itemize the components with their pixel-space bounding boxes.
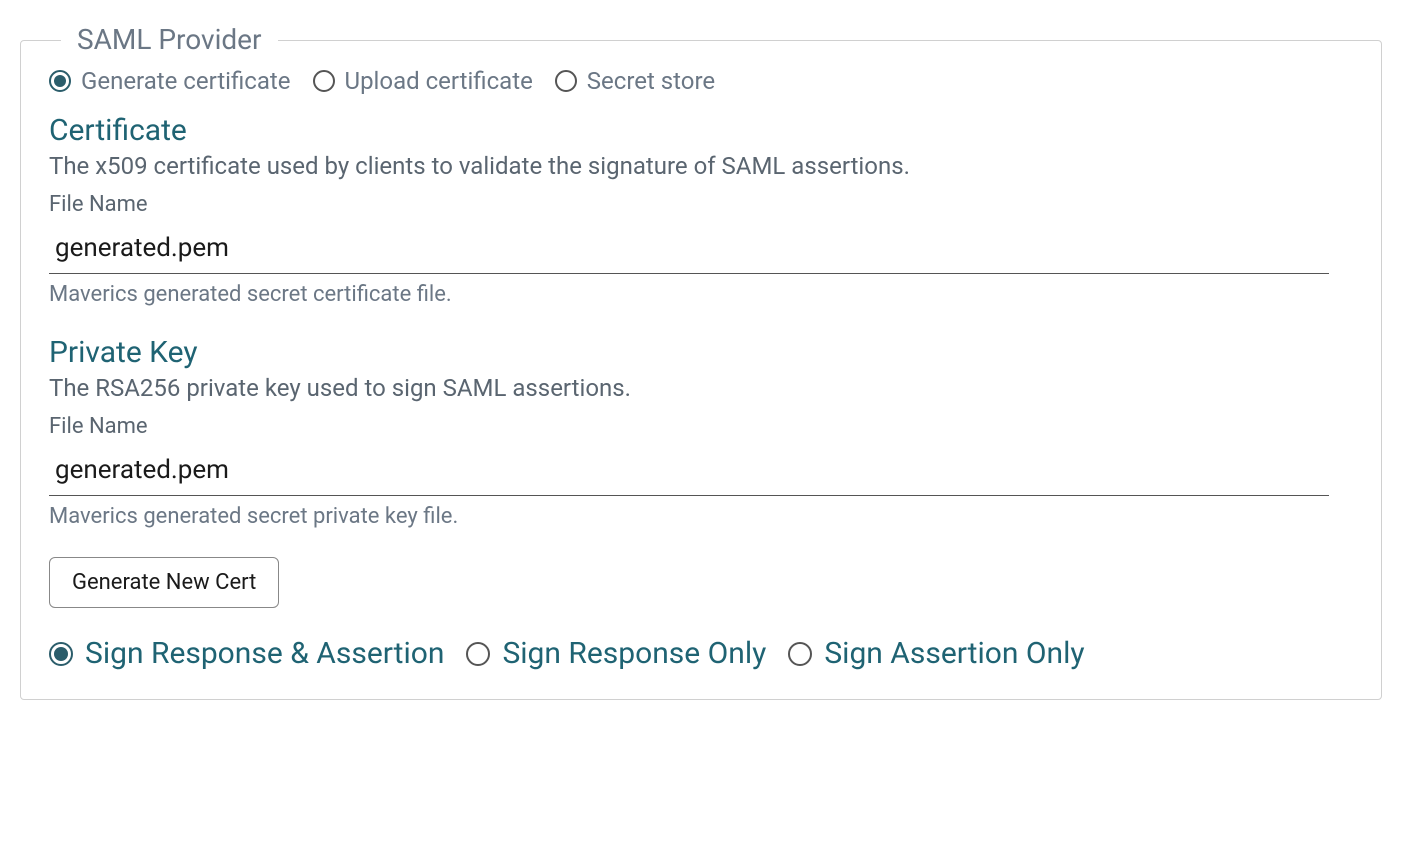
certificate-title: Certificate xyxy=(49,113,1353,148)
private-key-file-input[interactable] xyxy=(49,445,1329,496)
radio-generate-certificate[interactable]: Generate certificate xyxy=(49,67,291,95)
private-key-file-label: File Name xyxy=(49,414,1353,439)
radio-sign-response-only[interactable]: Sign Response Only xyxy=(466,636,766,671)
certificate-file-input[interactable] xyxy=(49,223,1329,274)
source-radio-group: Generate certificate Upload certificate … xyxy=(49,67,1353,95)
saml-provider-fieldset: SAML Provider Generate certificate Uploa… xyxy=(20,40,1382,700)
certificate-file-label: File Name xyxy=(49,192,1353,217)
generate-new-cert-button[interactable]: Generate New Cert xyxy=(49,557,279,608)
private-key-helper: Maverics generated secret private key fi… xyxy=(49,504,1353,529)
radio-label: Sign Assertion Only xyxy=(824,636,1084,671)
radio-icon xyxy=(555,70,577,92)
radio-icon xyxy=(313,70,335,92)
radio-secret-store[interactable]: Secret store xyxy=(555,67,715,95)
private-key-title: Private Key xyxy=(49,335,1353,370)
fieldset-legend: SAML Provider xyxy=(61,23,278,56)
radio-label: Secret store xyxy=(587,67,715,95)
radio-icon xyxy=(788,642,812,666)
radio-label: Sign Response Only xyxy=(502,636,766,671)
radio-label: Generate certificate xyxy=(81,67,291,95)
radio-label: Sign Response & Assertion xyxy=(85,636,444,671)
certificate-helper: Maverics generated secret certificate fi… xyxy=(49,282,1353,307)
private-key-description: The RSA256 private key used to sign SAML… xyxy=(49,374,1353,402)
radio-sign-assertion-only[interactable]: Sign Assertion Only xyxy=(788,636,1084,671)
sign-radio-group: Sign Response & Assertion Sign Response … xyxy=(49,636,1353,671)
radio-icon xyxy=(49,70,71,92)
certificate-description: The x509 certificate used by clients to … xyxy=(49,152,1353,180)
radio-sign-response-assertion[interactable]: Sign Response & Assertion xyxy=(49,636,444,671)
radio-icon xyxy=(49,642,73,666)
radio-upload-certificate[interactable]: Upload certificate xyxy=(313,67,533,95)
radio-icon xyxy=(466,642,490,666)
radio-label: Upload certificate xyxy=(345,67,533,95)
